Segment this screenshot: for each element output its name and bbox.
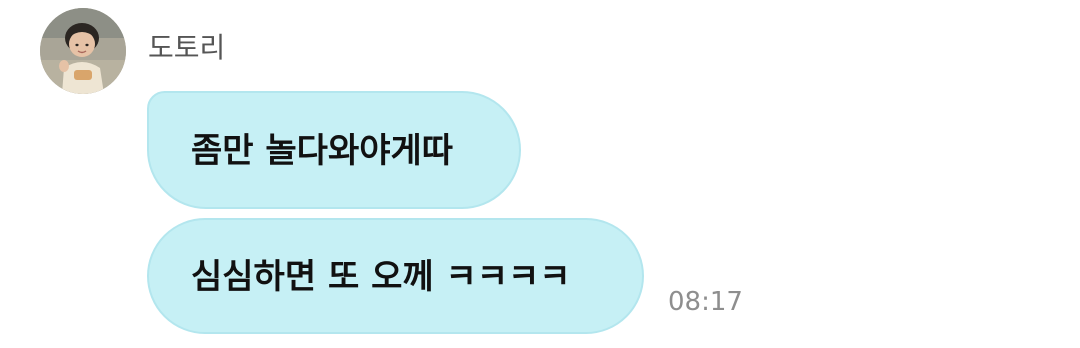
sender-avatar[interactable] xyxy=(40,8,126,94)
message-bubble[interactable]: 좀만 놀다와야게따 xyxy=(147,91,521,209)
message-timestamp: 08:17 xyxy=(668,287,743,317)
sender-name: 도토리 xyxy=(148,31,226,64)
message-text: 좀만 놀다와야게따 xyxy=(191,131,454,171)
child-photo-avatar-icon xyxy=(40,8,126,94)
message-bubble[interactable]: 심심하면 또 오께 ㅋㅋㅋㅋ xyxy=(147,218,644,334)
chat-message-group: 도토리 좀만 놀다와야게따 심심하면 또 오께 ㅋㅋㅋㅋ 08:17 xyxy=(0,0,1080,348)
message-text: 심심하면 또 오께 ㅋㅋㅋㅋ xyxy=(191,257,571,297)
